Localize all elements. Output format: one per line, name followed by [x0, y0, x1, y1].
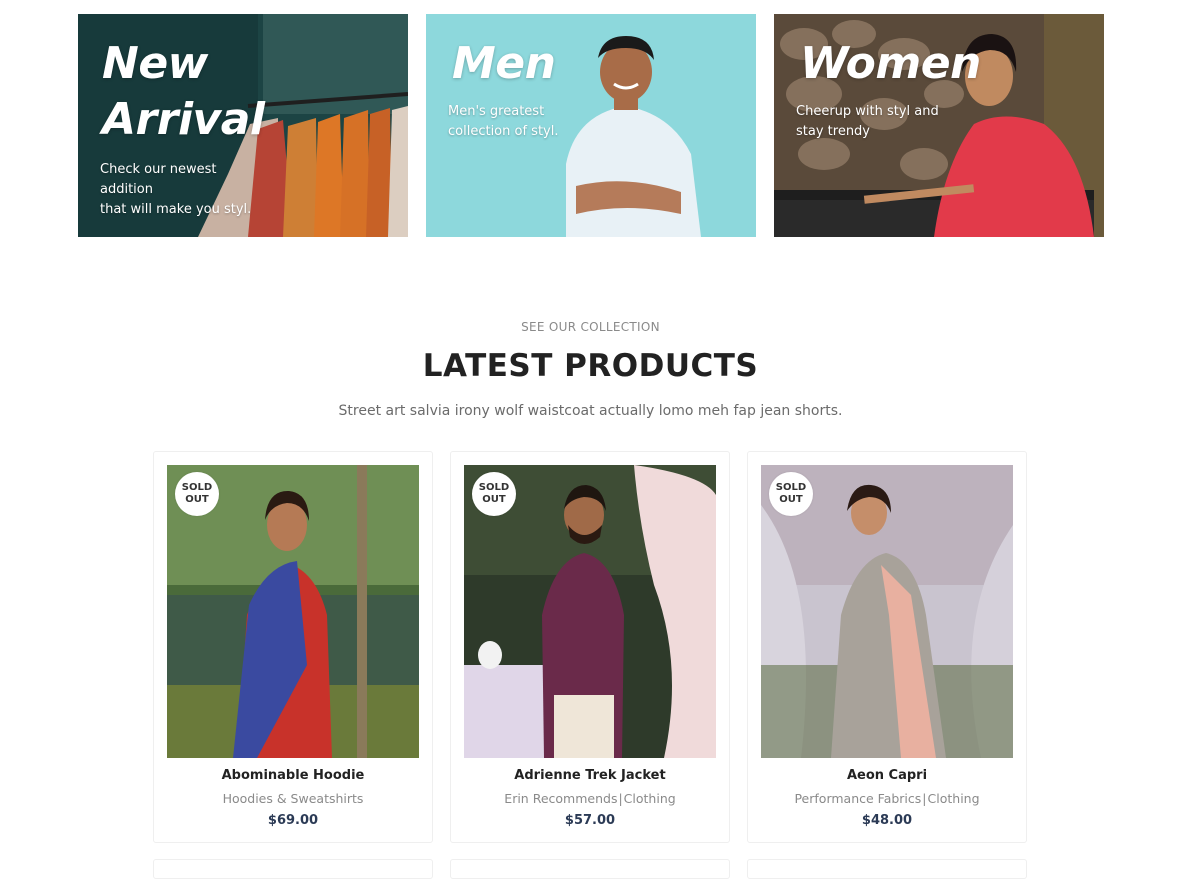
section-subtitle: Street art salvia irony wolf waistcoat a… — [338, 403, 843, 419]
product-name[interactable]: Abominable Hoodie — [154, 768, 432, 783]
sold-out-badge: SOLD OUT — [175, 472, 219, 516]
category-link[interactable]: Clothing — [624, 791, 676, 806]
banner-description: Cheerup with styl and stay trendy — [796, 104, 939, 139]
product-card-partial[interactable] — [747, 859, 1027, 879]
sold-out-badge: SOLD OUT — [472, 472, 516, 516]
product-categories: Hoodies & Sweatshirts — [154, 791, 432, 806]
banner-description: Check our newest addition that will make… — [100, 162, 252, 217]
product-card-partial[interactable] — [450, 859, 730, 879]
product-price: $48.00 — [861, 813, 913, 828]
banner-title: New Arrival — [102, 38, 265, 145]
new-arrival-banner[interactable]: New Arrival Check our newest addition th… — [78, 14, 408, 237]
category-link[interactable]: Hoodies & Sweatshirts — [223, 791, 364, 806]
product-card[interactable]: SOLD OUT Abominable Hoodie Hoodies & Swe… — [153, 451, 433, 843]
section-title: LATEST PRODUCTS — [422, 348, 759, 384]
product-name[interactable]: Aeon Capri — [748, 768, 1026, 783]
product-card[interactable]: SOLD OUT Adrienne Trek Jacket Erin Recom… — [450, 451, 730, 843]
product-card[interactable]: SOLD OUT Aeon Capri Performance Fabrics|… — [747, 451, 1027, 843]
section-eyebrow: SEE OUR COLLECTION — [521, 320, 660, 334]
product-categories: Erin Recommends|Clothing — [451, 791, 729, 806]
product-price: $69.00 — [267, 813, 319, 828]
product-name[interactable]: Adrienne Trek Jacket — [451, 768, 729, 783]
banner-title: Men — [452, 38, 556, 89]
banner-title: Women — [800, 38, 981, 89]
category-link[interactable]: Erin Recommends — [504, 791, 617, 806]
men-banner[interactable]: Men Men's greatest collection of styl. — [426, 14, 756, 237]
product-card-partial[interactable] — [153, 859, 433, 879]
category-link[interactable]: Clothing — [928, 791, 980, 806]
banner-description: Men's greatest collection of styl. — [448, 104, 559, 139]
women-banner[interactable]: Women Cheerup with styl and stay trendy — [774, 14, 1104, 237]
product-categories: Performance Fabrics|Clothing — [748, 791, 1026, 806]
sold-out-badge: SOLD OUT — [769, 472, 813, 516]
category-link[interactable]: Performance Fabrics — [794, 791, 921, 806]
product-price: $57.00 — [564, 813, 616, 828]
